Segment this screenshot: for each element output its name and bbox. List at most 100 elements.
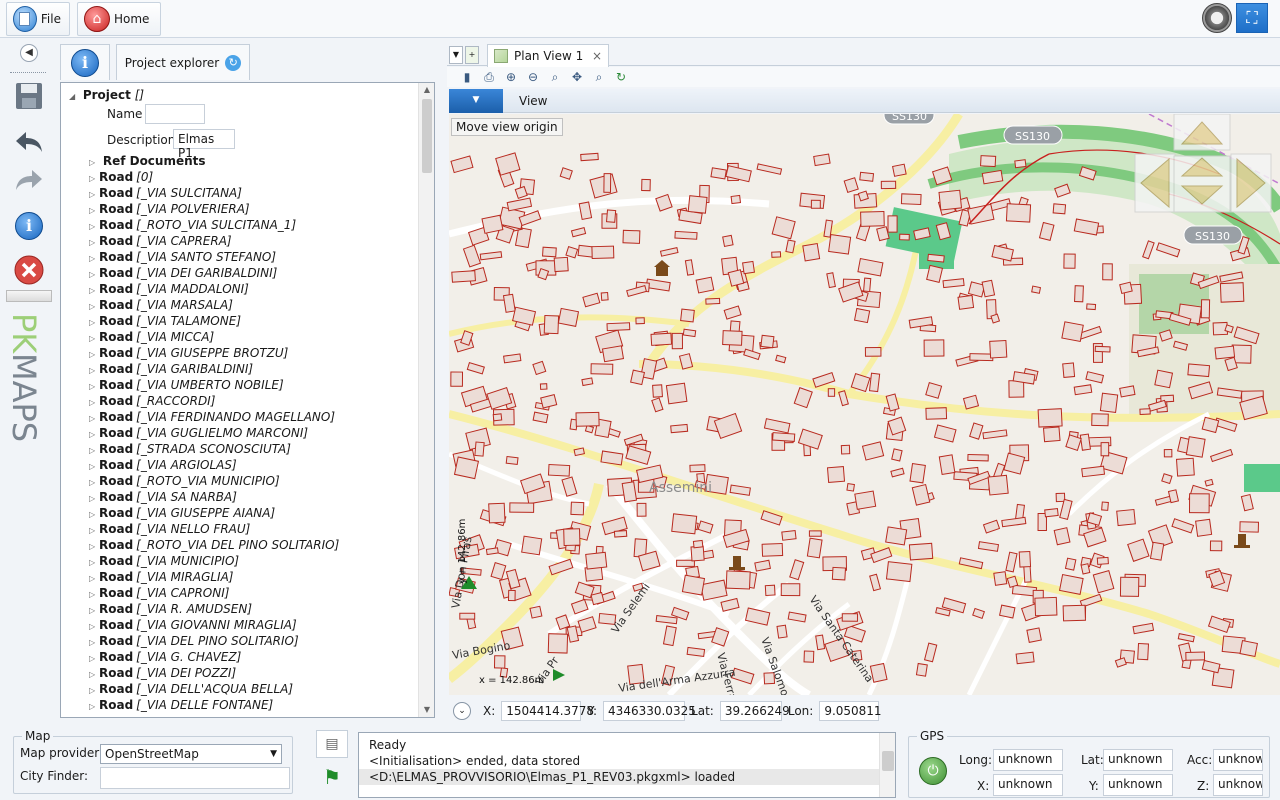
pan-icon[interactable]: ✥ xyxy=(569,69,585,85)
tree-item-road[interactable]: ▷ Road [_VIA ARGIOLAS] xyxy=(89,457,237,473)
tree-item-road[interactable]: ▷ Road [_VIA CAPRERA] xyxy=(89,233,232,249)
tab-project-explorer[interactable]: Project explorer ↻ xyxy=(116,44,250,80)
tree-item-road[interactable]: ▷ Road [_VIA GIUSEPPE AIANA] xyxy=(89,505,275,521)
refresh-map-icon[interactable]: ↻ xyxy=(613,69,629,85)
x-coord-field[interactable]: 1504414.3778 xyxy=(501,701,594,721)
scroll-down-icon[interactable]: ▼ xyxy=(419,703,434,717)
tree-item-ref-documents[interactable]: ▷ Ref Documents xyxy=(89,153,206,169)
info-button[interactable]: i xyxy=(13,210,45,242)
city-finder-input[interactable] xyxy=(100,767,290,789)
new-tab-button[interactable]: + xyxy=(465,46,479,64)
device-icon[interactable]: ▮ xyxy=(459,69,475,85)
gps-x-field[interactable]: unknown xyxy=(993,774,1063,796)
collapse-panel-button[interactable]: ◀ xyxy=(20,44,38,62)
tree-item-road[interactable]: ▷ Road [_VIA DELL'ACQUA BELLA] xyxy=(89,681,293,697)
tree-item-road[interactable]: ▷ Road [_VIA DEI GARIBALDINI] xyxy=(89,265,277,281)
tree-item-road[interactable]: ▷ Road [_VIA DELLE FONTANE] xyxy=(89,697,273,713)
name-input[interactable] xyxy=(145,104,205,124)
gps-lat-field[interactable]: unknown xyxy=(1103,749,1173,771)
map-provider-select[interactable]: OpenStreetMap ▼ xyxy=(100,744,282,764)
road-type-label: Road xyxy=(99,378,134,392)
tree-item-road[interactable]: ▷ Road [0] xyxy=(89,169,153,185)
tree-item-road[interactable]: ▷ Road [_VIA TALAMONE] xyxy=(89,313,241,329)
delete-button[interactable] xyxy=(13,254,45,286)
description-input[interactable]: Elmas P1 xyxy=(173,129,235,160)
view-dropdown-button[interactable]: ▼ xyxy=(449,89,503,113)
panel-toggle[interactable] xyxy=(6,290,52,302)
tree-item-road[interactable]: ▷ Road [_ROTO_VIA SULCITANA_1] xyxy=(89,217,296,233)
undo-button[interactable] xyxy=(13,126,45,158)
zoom-in-icon[interactable]: ⊕ xyxy=(503,69,519,85)
project-tree[interactable]: ◢ Project [] Name Description Elmas P1 ▷… xyxy=(60,82,435,718)
collapse-arrow-icon[interactable]: ◢ xyxy=(69,89,79,105)
gps-y-field[interactable]: unknown xyxy=(1103,774,1173,796)
tree-item-road[interactable]: ▷ Road [_VIA MARSALA] xyxy=(89,297,233,313)
print-icon[interactable]: ⎙ xyxy=(481,69,497,85)
map-svg[interactable]: SS130 SS130 SS130 Via Don Piras Via Sele… xyxy=(449,114,1280,695)
tree-item-road[interactable]: ▷ Road [_VIA DEL PINO SOLITARIO] xyxy=(89,633,299,649)
tree-item-road[interactable]: ▷ Road [_RACCORDI] xyxy=(89,393,215,409)
tree-item-road[interactable]: ▷ Road [_VIA CAPRONI] xyxy=(89,585,229,601)
tab-info[interactable]: i xyxy=(60,44,110,80)
building-outline xyxy=(806,537,823,559)
tree-item-road[interactable]: ▷ Road [_VIA G. CHAVEZ] xyxy=(89,649,241,665)
tree-item-road[interactable]: ▷ Road [_VIA MUNICIPIO] xyxy=(89,553,239,569)
tree-scrollbar[interactable]: ▲ ▼ xyxy=(418,83,434,717)
tree-item-road[interactable]: ▷ Road [_VIA UMBERTO NOBILE] xyxy=(89,377,284,393)
building-outline xyxy=(828,234,852,255)
fullscreen-button[interactable]: ⛶ xyxy=(1236,3,1268,33)
tree-item-road[interactable]: ▷ Road [_VIA SA NARBA] xyxy=(89,489,237,505)
zoom-window-icon[interactable]: ⌕ xyxy=(547,69,563,85)
lat-field[interactable]: 39.266249 xyxy=(719,701,790,721)
settings-button[interactable] xyxy=(1202,3,1232,33)
gps-power-button[interactable]: ⏻ xyxy=(919,757,947,785)
building-outline xyxy=(1195,518,1213,537)
tree-item-road[interactable]: ▷ Road [_VIA MICCA] xyxy=(89,329,214,345)
log-panel[interactable]: Ready <Initialisation> ended, data store… xyxy=(358,732,896,798)
y-coord-field[interactable]: 4346330.0325 xyxy=(603,701,696,721)
redo-button[interactable] xyxy=(13,164,45,196)
notes-button[interactable]: ▤ xyxy=(316,730,348,758)
tree-root[interactable]: ◢ Project [] xyxy=(69,87,144,103)
zoom-out-icon[interactable]: ⊖ xyxy=(525,69,541,85)
view-menu-label[interactable]: View xyxy=(519,94,547,108)
tab-list-button[interactable]: ▼ xyxy=(449,46,463,64)
map-canvas[interactable]: SS130 SS130 SS130 Via Don Piras Via Sele… xyxy=(449,114,1280,695)
tree-item-road[interactable]: ▷ Road [_VIA GARIBALDINI] xyxy=(89,361,253,377)
close-tab-icon[interactable]: × xyxy=(592,49,602,63)
tree-item-road[interactable]: ▷ Road [_VIA POLVERIERA] xyxy=(89,201,250,217)
tree-item-road[interactable]: ▷ Road [_ROTO_VIA DEL PINO SOLITARIO] xyxy=(89,537,339,553)
tree-item-road[interactable]: ▷ Road [_VIA MADDALONI] xyxy=(89,281,249,297)
tree-item-road[interactable]: ▷ Road [_VIA GIOVANNI MIRAGLIA] xyxy=(89,617,297,633)
building-outline xyxy=(1063,253,1076,269)
building-outline xyxy=(591,245,615,260)
tab-plan-view-1[interactable]: Plan View 1 × xyxy=(487,44,609,67)
tree-item-road[interactable]: ▷ Road [_VIA GUGLIELMO MARCONI] xyxy=(89,425,308,441)
scroll-thumb[interactable] xyxy=(422,99,432,173)
tree-item-road[interactable]: ▷ Road [_VIA NELLO FRAU] xyxy=(89,521,250,537)
tree-item-road[interactable]: ▷ Road [_VIA GIUSEPPE BROTZU] xyxy=(89,345,288,361)
tree-item-road[interactable]: ▷ Road [_ROTO_VIA MUNICIPIO] xyxy=(89,473,280,489)
expand-arrow-icon[interactable]: ▷ xyxy=(89,699,99,715)
save-button[interactable] xyxy=(13,80,45,112)
tree-item-road[interactable]: ▷ Road [_VIA DEI POZZI] xyxy=(89,665,236,681)
zoom-extent-icon[interactable]: ⌕ xyxy=(591,69,607,85)
log-scrollbar[interactable] xyxy=(879,733,895,797)
home-button[interactable]: ⌂ Home xyxy=(77,2,161,36)
tree-item-road[interactable]: ▷ Road [_VIA MIRAGLIA] xyxy=(89,569,233,585)
gps-z-field[interactable]: unknow xyxy=(1213,774,1263,796)
tree-item-road[interactable]: ▷ Road [_VIA SULCITANA] xyxy=(89,185,242,201)
building-outline xyxy=(864,346,882,357)
tree-item-road[interactable]: ▷ Road [_VIA R. AMUDSEN] xyxy=(89,601,252,617)
gps-long-field[interactable]: unknown xyxy=(993,749,1063,771)
tree-item-road[interactable]: ▷ Road [_STRADA SCONOSCIUTA] xyxy=(89,441,291,457)
lon-field[interactable]: 9.050811 xyxy=(819,701,882,721)
tree-item-road[interactable]: ▷ Road [_VIA SANTO STEFANO] xyxy=(89,249,276,265)
gps-acc-field[interactable]: unknow xyxy=(1213,749,1263,771)
flag-button[interactable]: ⚑ xyxy=(316,762,348,792)
expand-coords-button[interactable]: ⌄ xyxy=(453,702,471,720)
file-button[interactable]: File xyxy=(6,2,70,36)
scroll-thumb[interactable] xyxy=(882,751,894,771)
tree-item-road[interactable]: ▷ Road [_VIA FERDINANDO MAGELLANO] xyxy=(89,409,335,425)
scroll-up-icon[interactable]: ▲ xyxy=(419,83,434,97)
